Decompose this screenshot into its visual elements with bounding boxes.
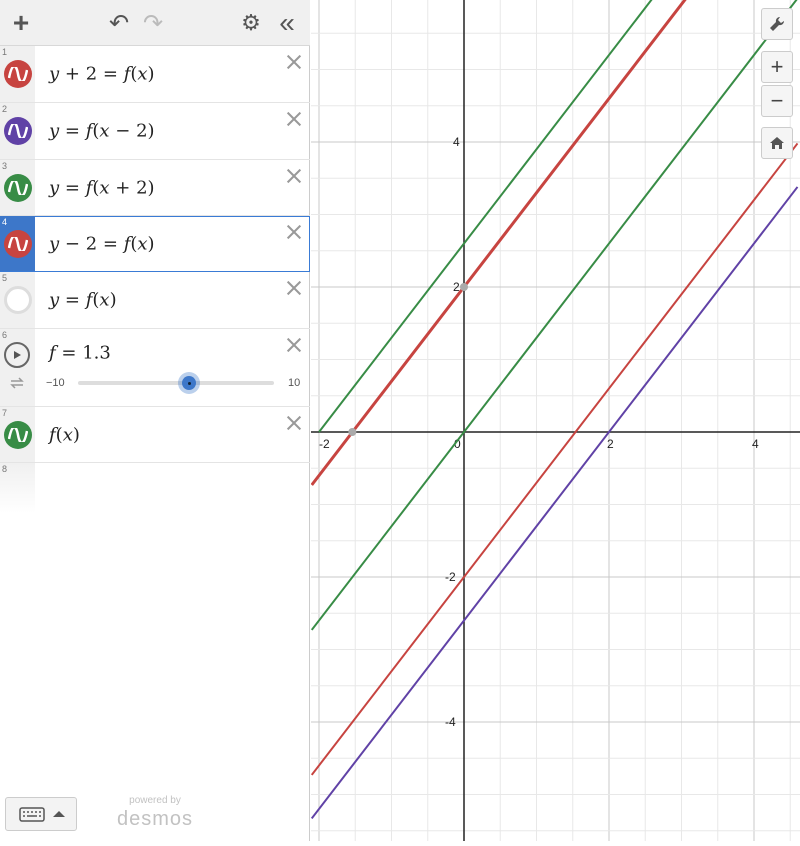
math-expression[interactable]: y = f(x − 2) (49, 121, 155, 142)
wrench-icon[interactable] (761, 8, 793, 40)
math-expression[interactable]: y = f(x) (49, 290, 117, 311)
row-number: 6 (2, 330, 8, 340)
row-number: 4 (2, 217, 8, 227)
delete-expression-icon[interactable] (284, 413, 304, 433)
expression-list: + ↶ ↷ ⚙ « 1 y + 2 = f(x) 2 y = f(x − 2) … (0, 0, 310, 841)
x-tick-label: 2 (607, 437, 614, 451)
zoom-out-button[interactable]: − (761, 85, 793, 117)
hidden-graph-toggle-icon[interactable] (4, 286, 32, 314)
graph-wave-icon[interactable] (4, 173, 32, 202)
delete-expression-icon[interactable] (284, 278, 304, 298)
expression-row[interactable]: 2 y = f(x − 2) (0, 103, 310, 160)
expression-row[interactable]: 1 y + 2 = f(x) (0, 46, 310, 103)
expression-row[interactable]: 3 y = f(x + 2) (0, 160, 310, 216)
play-icon[interactable] (4, 342, 30, 368)
undo-button[interactable]: ↶ (104, 8, 134, 38)
series-line-4 (310, 142, 799, 776)
math-expression[interactable]: y = f(x + 2) (49, 177, 155, 198)
expression-row-selected[interactable]: 4 y − 2 = f(x) (0, 216, 310, 272)
math-expression[interactable]: y − 2 = f(x) (49, 233, 155, 254)
zoom-in-button[interactable]: + (761, 51, 793, 83)
row-number: 7 (2, 408, 8, 418)
row-gutter: 5 (0, 272, 35, 328)
graph-wave-icon[interactable] (4, 229, 32, 258)
row-number: 1 (2, 47, 8, 57)
math-expression[interactable]: f(x) (49, 424, 80, 445)
slider-max-label: 10 (288, 377, 301, 389)
desmos-logo: desmos (116, 808, 194, 830)
row-number: 5 (2, 273, 8, 283)
row-gutter: 3 (0, 160, 35, 215)
delete-expression-icon[interactable] (284, 109, 304, 129)
row-gutter: 4 (0, 216, 35, 271)
intercept-point (460, 283, 468, 291)
add-expression-button[interactable]: + (6, 7, 36, 38)
graph-wave-icon[interactable] (4, 117, 32, 145)
row-gutter: 6 (0, 329, 35, 406)
y-tick-label: -2 (445, 570, 456, 584)
expression-row[interactable]: 5 y = f(x) (0, 272, 310, 329)
x-tick-label: -2 (319, 437, 330, 451)
settings-gear-icon[interactable]: ⚙ (236, 8, 266, 38)
y-tick-label: 4 (453, 135, 460, 149)
slider-thumb[interactable] (178, 372, 200, 394)
row-gutter: 1 (0, 46, 35, 102)
row-gutter: 7 (0, 407, 35, 462)
intercept-point (348, 428, 357, 436)
y-tick-label: -4 (445, 715, 456, 729)
slider-expression[interactable]: f = 1.3 (49, 343, 111, 364)
loop-icon[interactable] (9, 376, 25, 395)
delete-expression-icon[interactable] (284, 166, 304, 186)
row-number: 8 (2, 464, 8, 474)
series-line-2 (310, 0, 687, 486)
graph-wave-icon[interactable] (4, 420, 32, 449)
delete-expression-icon[interactable] (284, 52, 304, 72)
powered-by-label: powered by (129, 795, 181, 806)
slider-min-label: −10 (46, 377, 65, 389)
slider-row[interactable]: 6 f = 1.3 −10 10 (0, 329, 310, 407)
graph-wave-icon[interactable] (4, 60, 32, 88)
expression-row[interactable]: 7 f(x) (0, 407, 310, 463)
delete-expression-icon[interactable] (284, 222, 304, 242)
slider-track[interactable] (78, 381, 274, 385)
graph-paper[interactable]: -2 0 2 4 4 2 -2 -4 + − (310, 0, 800, 841)
delete-expression-icon[interactable] (284, 335, 304, 355)
math-expression[interactable]: y + 2 = f(x) (49, 64, 155, 85)
series-line-1 (318, 0, 653, 433)
empty-row-gutter: 8 (0, 463, 35, 513)
redo-button[interactable]: ↷ (138, 8, 168, 38)
series-line-3 (310, 0, 798, 631)
x-tick-label: 4 (752, 437, 759, 451)
graph-svg[interactable]: -2 0 2 442-2-4 (310, 0, 800, 841)
row-number: 2 (2, 104, 8, 114)
collapse-panel-button[interactable]: « (272, 7, 302, 38)
expression-toolbar: + ↶ ↷ ⚙ « (0, 0, 310, 46)
home-icon[interactable] (761, 127, 793, 159)
row-number: 3 (2, 161, 8, 171)
series-line-5 (310, 186, 799, 820)
row-gutter: 2 (0, 103, 35, 159)
